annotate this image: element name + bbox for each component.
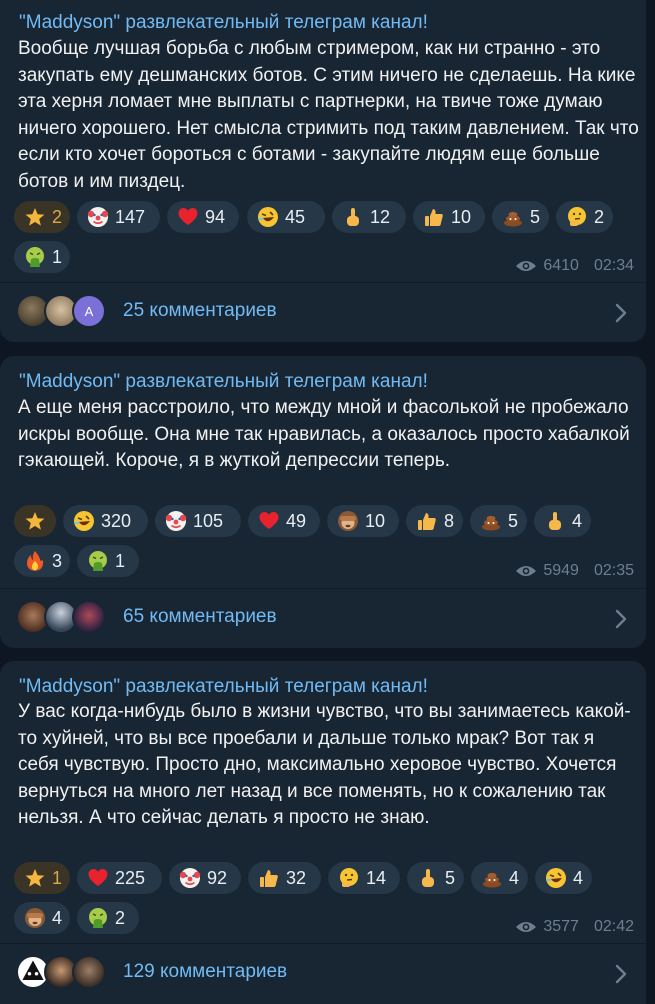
reaction-vomit[interactable]: 2 — [77, 902, 139, 934]
reaction-poop[interactable]: 5 — [492, 201, 549, 233]
post-time: 02:42 — [593, 918, 634, 935]
views-count: 3577 — [543, 918, 579, 935]
post-meta: 3577 02:42 — [515, 918, 634, 936]
reaction-star[interactable]: 1 — [14, 862, 70, 894]
vomit-icon — [87, 550, 109, 572]
see-no-evil-monkey-icon — [337, 510, 359, 532]
star-icon — [24, 206, 46, 228]
poop-icon — [502, 206, 524, 228]
poop-icon — [480, 510, 502, 532]
thinking-icon — [566, 206, 588, 228]
reaction-vomit[interactable]: 1 — [14, 241, 70, 273]
reaction-rofl[interactable]: 320 — [63, 505, 148, 537]
views-count: 6410 — [543, 257, 579, 274]
vomit-icon — [87, 907, 109, 929]
channel-name[interactable]: "Maddyson" развлекательный телеграм кана… — [19, 676, 428, 698]
heart-icon — [258, 510, 280, 532]
reaction-clown[interactable]: 105 — [155, 505, 241, 537]
reaction-thinking[interactable]: 14 — [328, 862, 400, 894]
post-meta: 5949 02:35 — [515, 562, 634, 580]
fire-icon — [24, 550, 46, 572]
reaction-poop[interactable]: 4 — [471, 862, 528, 894]
chevron-right-icon — [615, 303, 627, 323]
post-text: У вас когда-нибудь было в жизни чувство,… — [18, 701, 631, 828]
reaction-thumbs-up[interactable]: 10 — [413, 201, 485, 233]
reaction-heart[interactable]: 49 — [248, 505, 320, 537]
rofl-icon — [73, 510, 95, 532]
post-time: 02:34 — [593, 257, 634, 274]
reaction-heart[interactable]: 94 — [167, 201, 239, 233]
post-text: Вообще лучшая борьба с любым стримером, … — [18, 38, 639, 192]
views-count: 5949 — [543, 562, 579, 579]
reaction-see-no-evil[interactable]: 4 — [14, 902, 70, 934]
heart-icon — [177, 206, 199, 228]
commenter-avatars: A — [16, 294, 116, 330]
comments-count: 129 комментариев — [123, 961, 288, 982]
avatar: A — [72, 294, 106, 328]
post-text: А еще меня расстроило, что между мной и … — [18, 397, 630, 471]
clown-icon — [179, 867, 201, 889]
reaction-poop[interactable]: 5 — [470, 505, 527, 537]
thumbs-up-icon — [423, 206, 445, 228]
reaction-middle-finger[interactable]: 5 — [407, 862, 464, 894]
poop-icon — [481, 867, 503, 889]
reaction-star[interactable]: 2 — [14, 201, 70, 233]
comments-button[interactable]: A 25 комментариев — [0, 282, 646, 342]
clown-icon — [165, 510, 187, 532]
reaction-thumbs-up[interactable]: 32 — [248, 862, 321, 894]
reaction-star[interactable] — [14, 505, 56, 537]
chevron-right-icon — [615, 609, 627, 629]
vomit-icon — [24, 246, 46, 268]
reaction-vomit[interactable]: 1 — [77, 545, 139, 577]
see-no-evil-monkey-icon — [24, 907, 46, 929]
reaction-clown[interactable]: 92 — [169, 862, 241, 894]
channel-post: "Maddyson" развлекательный телеграм кана… — [0, 356, 646, 648]
middle-finger-icon — [544, 510, 566, 532]
rofl-icon — [257, 206, 279, 228]
reaction-middle-finger[interactable]: 4 — [534, 505, 591, 537]
middle-finger-icon — [342, 206, 364, 228]
reaction-clown[interactable]: 147 — [77, 201, 160, 233]
reaction-thinking[interactable]: 2 — [556, 201, 613, 233]
reaction-heart[interactable]: 225 — [77, 862, 162, 894]
clown-icon — [87, 206, 109, 228]
reaction-see-no-evil[interactable]: 10 — [327, 505, 399, 537]
star-icon — [24, 510, 46, 532]
channel-name[interactable]: "Maddyson" развлекательный телеграм кана… — [19, 371, 428, 393]
channel-post: "Maddyson" развлекательный телеграм кана… — [0, 0, 646, 342]
thumbs-up-icon — [416, 510, 438, 532]
channel-name[interactable]: "Maddyson" развлекательный телеграм кана… — [19, 12, 428, 34]
views-icon — [516, 261, 537, 271]
thumbs-up-icon — [258, 867, 280, 889]
comments-count: 25 комментариев — [123, 300, 277, 321]
avatar — [72, 600, 106, 634]
post-time: 02:35 — [593, 562, 634, 579]
views-icon — [516, 922, 537, 932]
views-icon — [516, 566, 537, 576]
post-meta: 6410 02:34 — [515, 257, 634, 275]
reaction-rofl[interactable]: 4 — [535, 862, 592, 894]
channel-post: "Maddyson" развлекательный телеграм кана… — [0, 661, 646, 1004]
reaction-thumbs-up[interactable]: 8 — [406, 505, 463, 537]
reaction-fire[interactable]: 3 — [14, 545, 70, 577]
middle-finger-icon — [417, 867, 439, 889]
avatar — [72, 955, 106, 989]
comments-button[interactable]: 129 комментариев — [0, 943, 646, 1003]
reaction-rofl[interactable]: 45 — [247, 201, 325, 233]
commenter-avatars — [16, 955, 116, 991]
chevron-right-icon — [615, 964, 627, 984]
thinking-icon — [338, 867, 360, 889]
comments-button[interactable]: 65 комментариев — [0, 588, 646, 648]
rofl-icon — [545, 867, 567, 889]
heart-icon — [87, 867, 109, 889]
reaction-middle-finger[interactable]: 12 — [332, 201, 406, 233]
comments-count: 65 комментариев — [123, 606, 277, 627]
commenter-avatars — [16, 600, 116, 636]
star-icon — [24, 867, 46, 889]
